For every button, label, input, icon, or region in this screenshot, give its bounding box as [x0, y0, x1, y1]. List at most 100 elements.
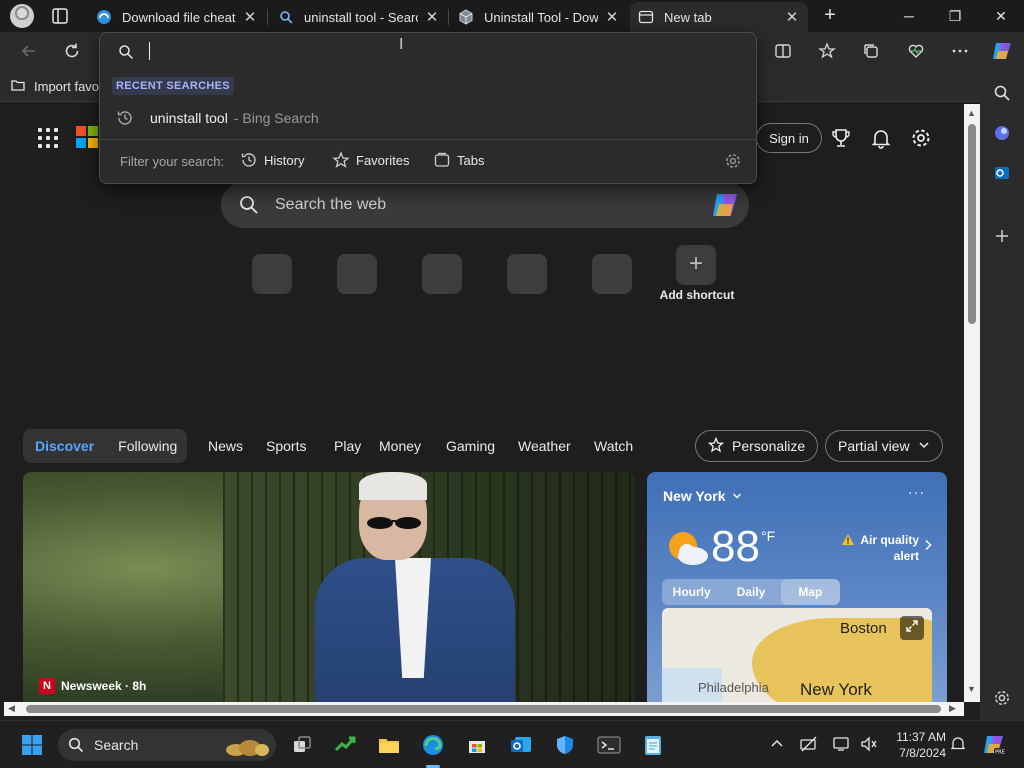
weather-tab-map[interactable]: Map: [780, 579, 840, 605]
scroll-down-arrow-icon[interactable]: ▼: [967, 684, 976, 694]
address-input-caret[interactable]: [149, 42, 150, 60]
nav-gaming[interactable]: Gaming: [446, 438, 495, 454]
import-favorites-link[interactable]: Import favo: [10, 77, 99, 96]
windows-security-icon[interactable]: [549, 729, 581, 761]
restore-button[interactable]: ❐: [932, 0, 978, 32]
nav-play[interactable]: Play: [334, 438, 361, 454]
news-source[interactable]: N Newsweek · 8h: [39, 678, 146, 694]
scroll-right-arrow-icon[interactable]: ▶: [949, 703, 956, 714]
copilot-icon[interactable]: [709, 189, 741, 221]
filter-tabs-button[interactable]: Tabs: [433, 151, 484, 169]
air-quality-alert[interactable]: Air quality alert: [839, 532, 919, 564]
notifications-bell-icon[interactable]: [869, 126, 893, 150]
scrollbar-thumb[interactable]: [968, 124, 976, 324]
favorites-icon[interactable]: [816, 40, 838, 62]
nav-sports[interactable]: Sports: [266, 438, 306, 454]
stocks-widget-icon[interactable]: [330, 729, 362, 761]
tab-discover[interactable]: Discover: [23, 438, 106, 454]
nav-weather[interactable]: Weather: [518, 438, 571, 454]
back-icon[interactable]: [18, 40, 40, 62]
weather-map[interactable]: Boston Philadelphia New York: [662, 608, 932, 702]
tab-actions-icon[interactable]: [48, 6, 72, 26]
tab-label: New tab: [664, 9, 712, 25]
close-tab-icon[interactable]: ✕: [784, 8, 800, 26]
scroll-left-arrow-icon[interactable]: ◀: [8, 703, 15, 714]
copilot-preview-icon[interactable]: PRE: [978, 729, 1010, 761]
tab-download-file[interactable]: Download file cheat.r ✕: [88, 2, 266, 32]
microsoft-store-icon[interactable]: [461, 729, 493, 761]
search-icon[interactable]: [991, 82, 1013, 104]
nav-money[interactable]: Money: [379, 438, 421, 454]
edge-taskbar-icon[interactable]: [417, 729, 449, 761]
minimize-button[interactable]: ─: [886, 0, 932, 32]
copilot-icon[interactable]: [990, 39, 1014, 63]
filter-history-button[interactable]: History: [240, 151, 304, 169]
scrollbar-thumb[interactable]: [26, 705, 941, 713]
page-settings-icon[interactable]: [909, 126, 933, 150]
notification-center-icon[interactable]: [950, 735, 968, 753]
tab-uninstall-search[interactable]: uninstall tool - Search ✕: [270, 2, 448, 32]
profile-avatar[interactable]: [10, 4, 34, 28]
add-shortcut-button[interactable]: +: [676, 245, 716, 285]
file-explorer-icon[interactable]: [373, 729, 405, 761]
new-tab-button[interactable]: +: [818, 4, 842, 28]
terminal-icon[interactable]: [593, 729, 625, 761]
close-tab-icon[interactable]: ✕: [604, 8, 620, 26]
more-options-icon[interactable]: [949, 40, 971, 62]
add-sidebar-app-icon[interactable]: [991, 225, 1013, 247]
outlook-icon[interactable]: [991, 162, 1013, 184]
close-tab-icon[interactable]: ✕: [424, 8, 440, 26]
sidebar-settings-icon[interactable]: [991, 687, 1013, 709]
network-disconnected-icon[interactable]: [800, 735, 818, 753]
close-tab-icon[interactable]: ✕: [242, 8, 258, 26]
task-view-icon[interactable]: [286, 729, 318, 761]
nav-news[interactable]: News: [208, 438, 243, 454]
volume-muted-icon[interactable]: [860, 735, 878, 753]
weather-card[interactable]: New York ··· 88 °F Air quality alert Hou…: [647, 472, 947, 702]
shortcut-tile[interactable]: [592, 254, 632, 294]
shortcut-tile[interactable]: [507, 254, 547, 294]
web-search-box[interactable]: Search the web: [221, 182, 749, 228]
suggestion-query: uninstall tool: [150, 110, 228, 126]
tab-following[interactable]: Following: [106, 438, 189, 454]
split-screen-icon[interactable]: [772, 40, 794, 62]
shortcut-tile[interactable]: [337, 254, 377, 294]
vertical-scrollbar[interactable]: ▲ ▼: [964, 104, 980, 702]
partial-view-dropdown[interactable]: Partial view: [825, 430, 943, 462]
taskbar-clock[interactable]: 11:37 AM 7/8/2024: [888, 729, 946, 761]
show-hidden-icons-chevron-up-icon[interactable]: [768, 735, 786, 753]
outlook-new-icon[interactable]: [505, 729, 537, 761]
dropdown-divider: [100, 139, 756, 140]
chevron-right-icon[interactable]: [923, 538, 933, 554]
sign-in-button[interactable]: Sign in: [756, 123, 822, 153]
weather-location-selector[interactable]: New York: [663, 488, 742, 504]
tab-new-tab[interactable]: New tab ✕: [630, 2, 808, 32]
close-window-button[interactable]: ✕: [978, 0, 1024, 32]
horizontal-scrollbar[interactable]: ◀ ▶: [4, 702, 964, 716]
app-launcher-icon[interactable]: [38, 128, 58, 148]
search-settings-gear-icon[interactable]: [724, 152, 742, 170]
display-icon[interactable]: [832, 735, 850, 753]
shortcut-tile[interactable]: [252, 254, 292, 294]
weather-tab-daily[interactable]: Daily: [721, 579, 780, 605]
notepad-icon[interactable]: [637, 729, 669, 761]
rewards-trophy-icon[interactable]: [829, 126, 853, 150]
copilot-sidebar-icon[interactable]: [991, 122, 1013, 144]
filter-favorites-button[interactable]: Favorites: [332, 151, 409, 169]
recent-search-suggestion[interactable]: uninstall tool - Bing Search: [100, 103, 756, 133]
windows-start-icon[interactable]: [16, 729, 48, 761]
weather-more-options[interactable]: ···: [908, 484, 925, 500]
weather-tab-hourly[interactable]: Hourly: [662, 579, 721, 605]
refresh-icon[interactable]: [61, 40, 83, 62]
nav-watch[interactable]: Watch: [594, 438, 633, 454]
browser-essentials-icon[interactable]: [905, 40, 927, 62]
hero-news-card[interactable]: N Newsweek · 8h: [23, 472, 635, 702]
tab-uninstall-tool-download[interactable]: Uninstall Tool - Down ✕: [450, 2, 628, 32]
collections-icon[interactable]: [860, 40, 882, 62]
shortcut-tile[interactable]: [422, 254, 462, 294]
scroll-up-arrow-icon[interactable]: ▲: [967, 108, 976, 118]
taskbar-search-box[interactable]: Search: [58, 729, 276, 761]
personalize-button[interactable]: Personalize: [695, 430, 819, 462]
expand-map-icon[interactable]: [900, 616, 924, 640]
add-shortcut-label[interactable]: Add shortcut: [644, 288, 750, 302]
